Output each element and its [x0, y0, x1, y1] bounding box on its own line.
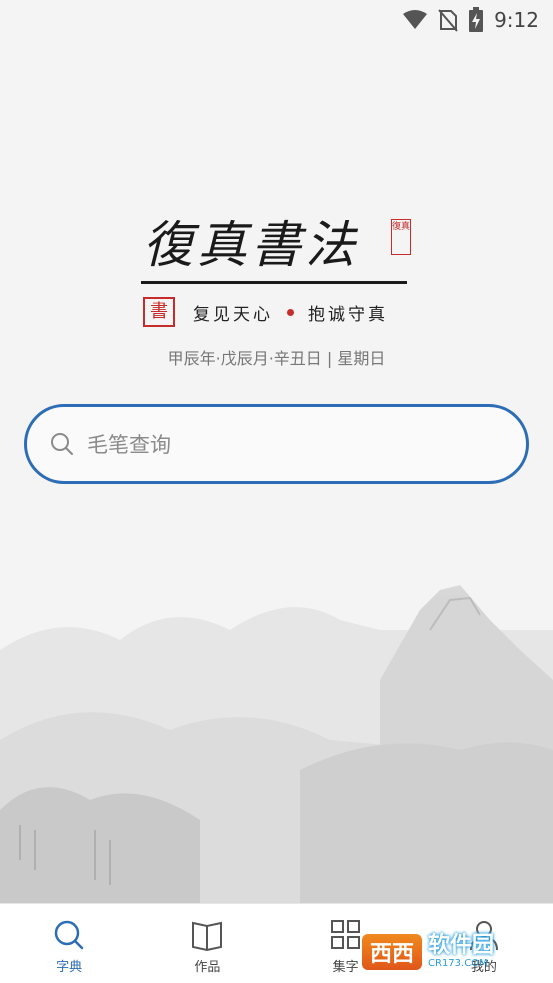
landscape-background [0, 480, 553, 905]
status-time: 9:12 [494, 8, 539, 32]
tab-works[interactable]: 作品 [138, 904, 276, 983]
watermark-text: 软件园 [428, 933, 495, 958]
book-icon [192, 921, 223, 951]
search-icon [51, 433, 73, 455]
tab-label: 集字 [332, 959, 359, 975]
watermark-logo: 西西 [362, 934, 423, 970]
no-sim-icon [438, 9, 458, 32]
lunar-date: 甲辰年·戊辰月·辛丑日 | 星期日 [167, 349, 386, 368]
search-placeholder: 毛笔查询 [87, 433, 171, 457]
battery-charging-icon [469, 7, 484, 32]
app-logo: 復真書法 復真 書 复见天心 抱诚守真 [138, 205, 413, 327]
tab-label: 字典 [56, 959, 83, 975]
logo-seal: 書 [143, 297, 175, 327]
tab-label: 作品 [194, 959, 221, 975]
search-input[interactable]: 毛笔查询 [24, 404, 529, 484]
search-icon [54, 920, 84, 949]
tab-dictionary[interactable]: 字典 [0, 904, 138, 983]
status-bar: 9:12 [0, 0, 553, 40]
slogan-dot [287, 309, 294, 316]
wifi-icon [403, 10, 428, 29]
logo-seal-small: 復真 [391, 219, 411, 255]
watermark: 西西 软件园 CR173.COM [362, 932, 494, 972]
watermark-sub: CR173.COM [428, 958, 488, 969]
slogan: 复见天心 抱诚守真 [193, 300, 388, 325]
slogan-left: 复见天心 [193, 305, 273, 325]
logo-title: 復真書法 [143, 216, 359, 274]
logo-divider [141, 281, 407, 284]
grid-icon [330, 919, 360, 949]
slogan-right: 抱诚守真 [308, 305, 388, 325]
